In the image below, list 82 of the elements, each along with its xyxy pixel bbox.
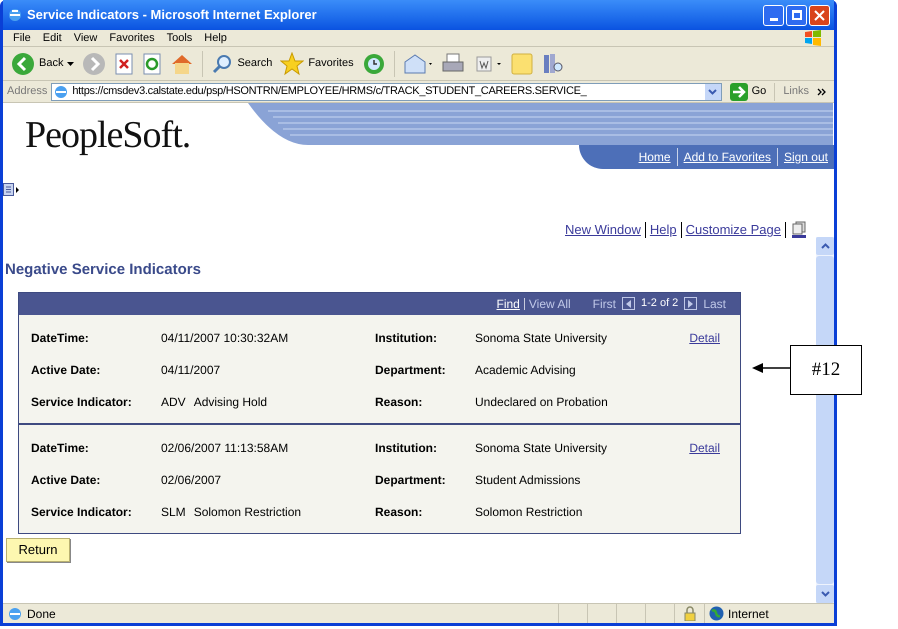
header-link[interactable]: Add to Favorites bbox=[684, 148, 771, 166]
window-title: Service Indicators - Microsoft Internet Explorer bbox=[27, 6, 317, 24]
copy-url-icon[interactable] bbox=[790, 221, 808, 239]
previous-icon[interactable] bbox=[622, 297, 635, 310]
search-button[interactable]: Search bbox=[211, 52, 272, 74]
field-value: Academic Advising bbox=[475, 362, 577, 378]
header-link[interactable]: Sign out bbox=[784, 148, 828, 166]
links-toolbar-button[interactable]: Links bbox=[779, 83, 813, 100]
field-value: 02/06/2007 bbox=[161, 472, 222, 488]
detail-link[interactable]: Detail bbox=[665, 438, 720, 456]
printer-icon[interactable] bbox=[440, 52, 465, 74]
field-value: Advising Hold bbox=[194, 394, 268, 410]
stop-icon[interactable] bbox=[114, 52, 134, 74]
scroll-up-icon[interactable] bbox=[816, 237, 834, 255]
close-button[interactable] bbox=[809, 4, 830, 26]
lock-icon bbox=[684, 606, 696, 621]
history-icon[interactable] bbox=[362, 52, 386, 76]
back-button[interactable]: Back bbox=[11, 52, 74, 76]
go-button[interactable]: Go bbox=[726, 82, 770, 100]
page-link[interactable]: New Window bbox=[565, 220, 641, 240]
view-all-link[interactable]: View All bbox=[528, 294, 571, 312]
favorites-button[interactable]: Favorites bbox=[280, 52, 354, 76]
menu-item[interactable]: Help bbox=[198, 30, 233, 46]
field-value: 02/06/2007 11:13:58AM bbox=[161, 440, 290, 456]
page-link[interactable]: Customize Page bbox=[686, 220, 781, 240]
refresh-icon[interactable] bbox=[142, 52, 162, 74]
row-count: 1-2 of 2 bbox=[641, 296, 678, 312]
scroll-down-icon[interactable] bbox=[816, 585, 834, 603]
menu-item[interactable]: View bbox=[68, 30, 104, 46]
field-value: Sonoma State University bbox=[475, 440, 608, 456]
field-label: Institution: bbox=[375, 330, 438, 346]
field-label: Department: bbox=[375, 362, 447, 378]
field-value: SLM bbox=[161, 504, 186, 520]
menu-item[interactable]: Edit bbox=[36, 30, 68, 46]
peoplesoft-logo: PeopleSoft. bbox=[25, 113, 190, 158]
maximize-button[interactable] bbox=[786, 4, 807, 26]
callout-label: #12 bbox=[790, 345, 862, 395]
home-icon[interactable] bbox=[170, 52, 194, 74]
callout-arrow bbox=[752, 362, 790, 374]
field-value: Student Admissions bbox=[475, 472, 582, 488]
menu-toggle-icon[interactable] bbox=[3, 183, 19, 197]
menu-item[interactable]: File bbox=[7, 30, 37, 46]
field-value: Undeclared on Probation bbox=[475, 394, 609, 410]
status-text: Done bbox=[27, 606, 56, 622]
address-label: Address bbox=[7, 84, 48, 100]
find-link[interactable]: Find bbox=[496, 294, 520, 312]
header-link[interactable]: Home bbox=[638, 148, 671, 166]
page-link[interactable]: Help bbox=[650, 220, 677, 240]
return-button[interactable]: Return bbox=[6, 538, 70, 562]
last-link[interactable]: Last bbox=[703, 294, 726, 312]
globe-icon bbox=[709, 606, 724, 621]
field-label: Service Indicator: bbox=[31, 504, 133, 520]
star-icon bbox=[280, 52, 304, 76]
security-zone-label: Internet bbox=[728, 606, 769, 622]
minimize-button[interactable] bbox=[763, 4, 784, 26]
menu-item[interactable]: Tools bbox=[160, 30, 198, 46]
search-icon bbox=[211, 52, 234, 74]
field-label: Reason: bbox=[375, 394, 424, 410]
field-label: DateTime: bbox=[31, 330, 90, 346]
field-value: Sonoma State University bbox=[475, 330, 608, 346]
page-title: Negative Service Indicators bbox=[5, 260, 202, 280]
field-label: Department: bbox=[375, 472, 447, 488]
first-link[interactable]: First bbox=[592, 294, 616, 312]
field-label: Active Date: bbox=[31, 472, 102, 488]
go-arrow-icon bbox=[730, 82, 748, 100]
menu-item[interactable]: Favorites bbox=[103, 30, 161, 46]
windows-logo-icon bbox=[804, 30, 822, 46]
field-value: ADV bbox=[161, 394, 186, 410]
field-value: Solomon Restriction bbox=[194, 504, 302, 520]
field-label: Institution: bbox=[375, 440, 438, 456]
next-icon[interactable] bbox=[684, 297, 698, 310]
address-field[interactable]: https://cmsdev3.calstate.edu/psp/HSONTRN/EMPLOYEE/HRMS/c/TRACK_STUDENT_CAREERS.SERVICE_ bbox=[51, 82, 722, 100]
close-icon bbox=[814, 10, 825, 20]
detail-link[interactable]: Detail bbox=[665, 328, 720, 346]
field-label: Reason: bbox=[375, 504, 424, 520]
field-value: 04/11/2007 bbox=[161, 362, 222, 378]
field-value: 04/11/2007 10:30:32AM bbox=[161, 330, 290, 346]
field-value: Solomon Restriction bbox=[475, 504, 584, 520]
field-label: Service Indicator: bbox=[31, 394, 133, 410]
caret-icon bbox=[67, 62, 74, 66]
field-label: DateTime: bbox=[31, 440, 90, 456]
field-label: Active Date: bbox=[31, 362, 102, 378]
